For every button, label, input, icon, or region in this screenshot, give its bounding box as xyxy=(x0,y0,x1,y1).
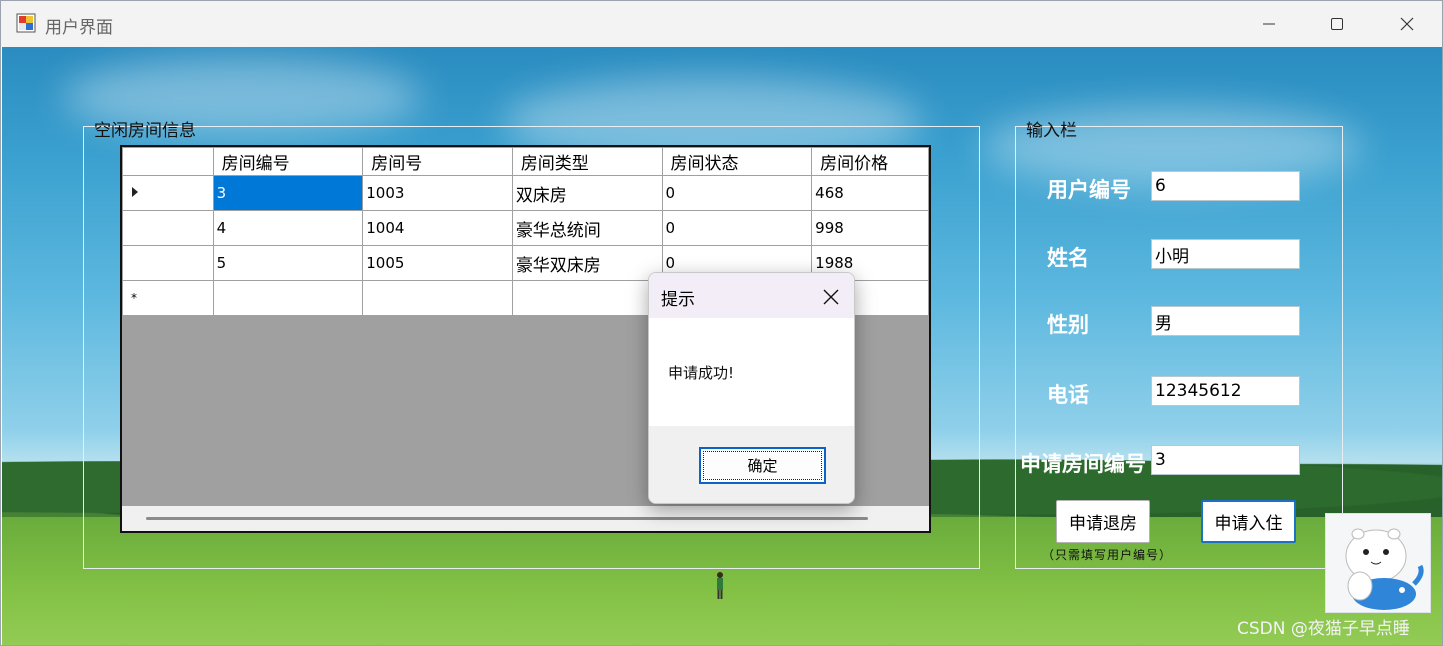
user-id-input[interactable] xyxy=(1151,171,1300,201)
checkout-hint: （只需填写用户编号） xyxy=(1042,548,1173,562)
dialog-message: 申请成功! xyxy=(668,364,735,382)
dialog-footer: 确定 xyxy=(649,426,854,503)
table-cell[interactable]: 5 xyxy=(212,245,364,281)
scrollbar-thumb[interactable] xyxy=(146,517,868,520)
message-dialog: 提示 申请成功! 确定 xyxy=(648,272,855,504)
window-title: 用户界面 xyxy=(45,18,113,38)
column-header[interactable]: 房间编号 xyxy=(212,147,364,176)
table-cell[interactable]: 468 xyxy=(811,175,929,211)
table-cell[interactable]: 豪华双床房 xyxy=(511,245,663,281)
checkout-button[interactable]: 申请退房 xyxy=(1056,500,1150,543)
maximize-icon xyxy=(1331,18,1343,30)
dialog-body: 申请成功! xyxy=(649,318,854,426)
title-bar[interactable]: 用户界面 xyxy=(1,1,1442,47)
column-header[interactable]: 房间号 xyxy=(362,147,513,176)
row-header[interactable] xyxy=(122,210,214,246)
room-id-label: 申请房间编号 xyxy=(1020,451,1146,476)
close-button[interactable] xyxy=(1372,1,1442,47)
table-cell[interactable]: 4 xyxy=(212,210,364,246)
free-rooms-legend: 空闲房间信息 xyxy=(94,121,196,141)
input-legend: 输入栏 xyxy=(1026,121,1077,141)
column-header[interactable]: 房间价格 xyxy=(811,147,929,176)
name-label: 姓名 xyxy=(1047,245,1089,270)
table-cell[interactable]: 0 xyxy=(661,175,813,211)
table-row[interactable]: 4 1004 豪华总统间 0 998 xyxy=(122,210,929,246)
table-cell[interactable]: 3 xyxy=(212,175,364,211)
user-id-label: 用户编号 xyxy=(1047,177,1131,202)
watermark-text: CSDN @夜猫子早点睡 xyxy=(1237,619,1410,639)
row-header[interactable] xyxy=(122,245,214,281)
name-input[interactable] xyxy=(1151,239,1300,269)
dialog-title-bar[interactable]: 提示 xyxy=(649,273,854,318)
table-cell[interactable]: 双床房 xyxy=(511,175,663,211)
checkin-button[interactable]: 申请入住 xyxy=(1201,500,1296,543)
figure-in-field-image xyxy=(715,571,725,601)
column-header[interactable]: 房间状态 xyxy=(661,147,813,176)
phone-label: 电话 xyxy=(1047,382,1089,407)
table-cell[interactable]: 998 xyxy=(811,210,929,246)
table-cell[interactable]: 1003 xyxy=(362,175,513,211)
ok-button[interactable]: 确定 xyxy=(699,447,826,484)
table-cell[interactable] xyxy=(511,280,663,316)
dialog-title: 提示 xyxy=(661,290,695,310)
gender-label: 性别 xyxy=(1047,312,1089,337)
table-cell[interactable] xyxy=(212,280,364,316)
table-row[interactable]: 3 1003 双床房 0 468 xyxy=(122,175,929,211)
app-icon xyxy=(16,13,36,33)
dialog-close-button[interactable] xyxy=(817,283,845,311)
row-pointer-icon xyxy=(132,186,138,197)
new-row-marker[interactable]: * xyxy=(122,280,214,316)
cartoon-avatar-image xyxy=(1325,513,1431,613)
grid-corner-header[interactable] xyxy=(122,147,214,176)
main-window: 用户界面 空闲房间信息 房间编号 房间号 房间类型 房间状态 房间价格 3 10… xyxy=(0,0,1443,646)
grid-header-row: 房间编号 房间号 房间类型 房间状态 房间价格 xyxy=(122,147,929,176)
column-header[interactable]: 房间类型 xyxy=(511,147,663,176)
horizontal-scrollbar[interactable] xyxy=(122,506,929,531)
close-icon xyxy=(1400,17,1414,31)
maximize-button[interactable] xyxy=(1302,1,1372,47)
row-header-current[interactable] xyxy=(122,175,214,211)
table-cell[interactable] xyxy=(362,280,513,316)
table-cell[interactable]: 1005 xyxy=(362,245,513,281)
phone-input[interactable] xyxy=(1151,376,1300,406)
minimize-icon xyxy=(1263,23,1275,25)
table-cell[interactable]: 豪华总统间 xyxy=(511,210,663,246)
gender-input[interactable] xyxy=(1151,306,1300,336)
table-cell[interactable]: 1004 xyxy=(362,210,513,246)
dialog-close-icon xyxy=(823,289,839,305)
table-cell[interactable]: 0 xyxy=(661,210,813,246)
room-id-input[interactable] xyxy=(1151,445,1300,475)
minimize-button[interactable] xyxy=(1234,1,1304,47)
